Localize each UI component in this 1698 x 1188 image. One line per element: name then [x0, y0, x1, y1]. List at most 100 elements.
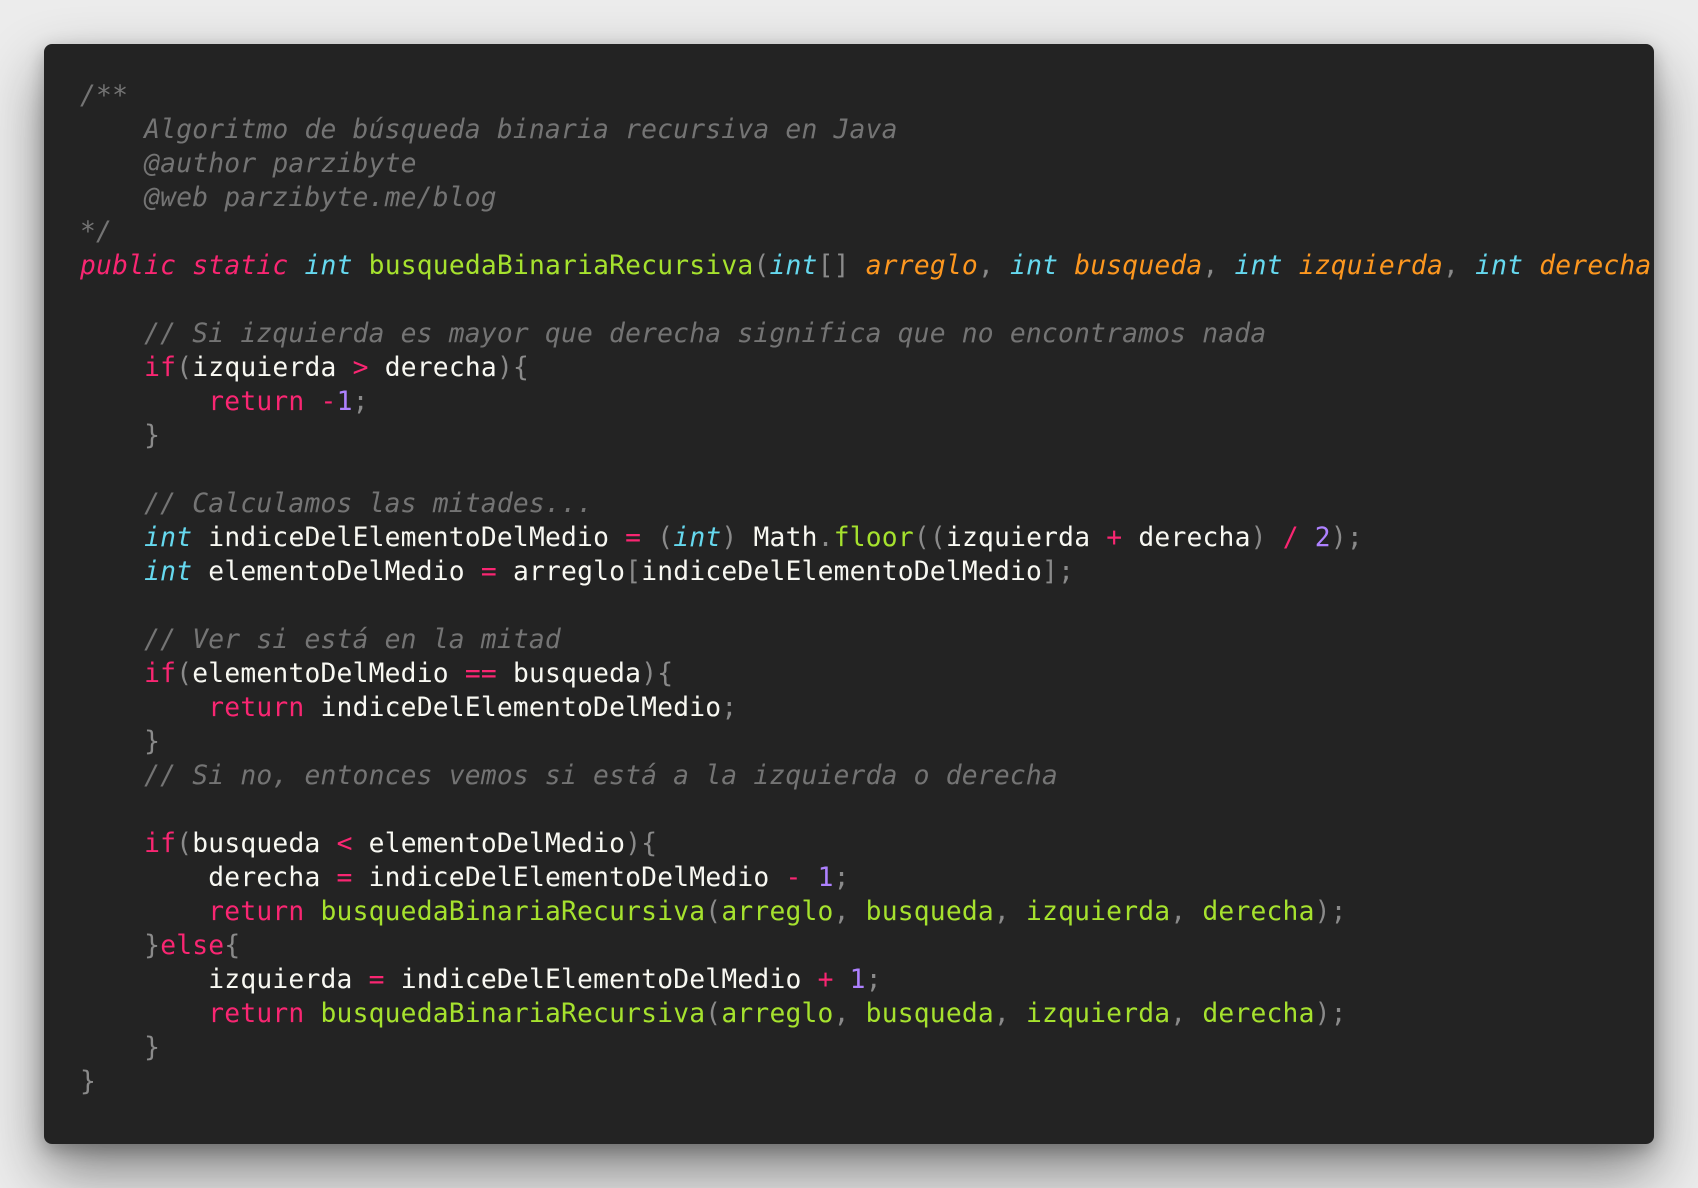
code-line: return indiceDelElementoDelMedio; — [80, 691, 1640, 725]
code-line: return -1; — [80, 385, 1640, 419]
code-token: ); — [1314, 897, 1347, 927]
code-token: */ — [80, 217, 113, 247]
code-token: ( — [705, 999, 722, 1029]
code-token: == — [464, 659, 497, 689]
code-line: /** — [80, 79, 1640, 113]
code-token: izquierda — [1026, 897, 1171, 927]
code-token: ){ — [625, 829, 658, 859]
code-token: - — [320, 387, 337, 417]
code-token: ( — [176, 659, 193, 689]
code-token: > — [352, 353, 369, 383]
code-token: ){ — [496, 353, 530, 383]
code-token: , — [1170, 897, 1203, 927]
code-token: busqueda — [865, 999, 994, 1029]
code-token: int — [304, 251, 353, 281]
code-token: elementoDelMedio — [208, 557, 465, 587]
code-token: busqueda — [865, 897, 994, 927]
code-token: ( — [176, 353, 193, 383]
code-line: } — [80, 419, 1640, 453]
code-token: / — [1282, 523, 1299, 553]
code-token: , — [833, 897, 866, 927]
code-line: // Ver si está en la mitad — [80, 623, 1640, 657]
code-token: return — [208, 387, 305, 417]
code-line: }else{ — [80, 929, 1640, 963]
code-line: izquierda = indiceDelElementoDelMedio + … — [80, 963, 1640, 997]
code-token: } — [144, 727, 161, 757]
code-token: } — [144, 931, 161, 961]
code-token: = — [368, 965, 385, 995]
code-token: izquierda — [208, 965, 353, 995]
code-token: , — [993, 897, 1026, 927]
code-token: , — [1442, 251, 1476, 281]
code-token: - — [785, 863, 802, 893]
code-line: } — [80, 1031, 1640, 1065]
code-token: busqueda — [512, 659, 642, 689]
code-token: derecha — [1202, 999, 1315, 1029]
code-token: = — [480, 557, 497, 587]
code-line: Algoritmo de búsqueda binaria recursiva … — [80, 113, 1640, 147]
code-token: [] — [817, 251, 850, 281]
code-token: // Calculamos las mitades... — [80, 489, 594, 519]
code-token: elementoDelMedio — [368, 829, 626, 859]
code-token: ); — [1330, 523, 1363, 553]
code-token: arreglo — [721, 999, 834, 1029]
code-token: busquedaBinariaRecursiva — [368, 251, 754, 281]
code-token: , — [977, 251, 1011, 281]
code-line: // Si izquierda es mayor que derecha sig… — [80, 317, 1640, 351]
code-token: ) — [721, 523, 738, 553]
code-token: // Si izquierda es mayor que derecha sig… — [80, 319, 1267, 349]
code-token: @web parzibyte.me/blog — [80, 183, 497, 213]
code-token: if — [144, 353, 177, 383]
code-line: return busquedaBinariaRecursiva(arreglo,… — [80, 895, 1640, 929]
code-token: int — [144, 523, 193, 553]
code-token: int — [1475, 251, 1524, 281]
code-token: public — [80, 251, 177, 281]
code-token: ); — [1314, 999, 1347, 1029]
code-block: /** Algoritmo de búsqueda binaria recurs… — [80, 79, 1654, 1099]
code-token: . — [817, 523, 834, 553]
code-token: @author parzibyte — [80, 149, 417, 179]
code-token: indiceDelElementoDelMedio — [400, 965, 802, 995]
code-line: derecha = indiceDelElementoDelMedio - 1; — [80, 861, 1640, 895]
code-token: + — [1106, 523, 1123, 553]
code-token: { — [224, 931, 241, 961]
code-token: , — [1202, 251, 1235, 281]
code-token: busquedaBinariaRecursiva — [320, 897, 706, 927]
code-token: izquierda — [1026, 999, 1171, 1029]
code-token: derecha — [1138, 523, 1251, 553]
code-token: , — [1170, 999, 1203, 1029]
code-token: (( — [913, 523, 946, 553]
code-token: ( — [176, 829, 193, 859]
code-token: Math — [753, 523, 818, 553]
code-token: return — [208, 897, 305, 927]
code-line: } — [80, 725, 1640, 759]
code-token: izquierda — [192, 353, 337, 383]
code-token: busquedaBinariaRecursiva — [320, 999, 706, 1029]
